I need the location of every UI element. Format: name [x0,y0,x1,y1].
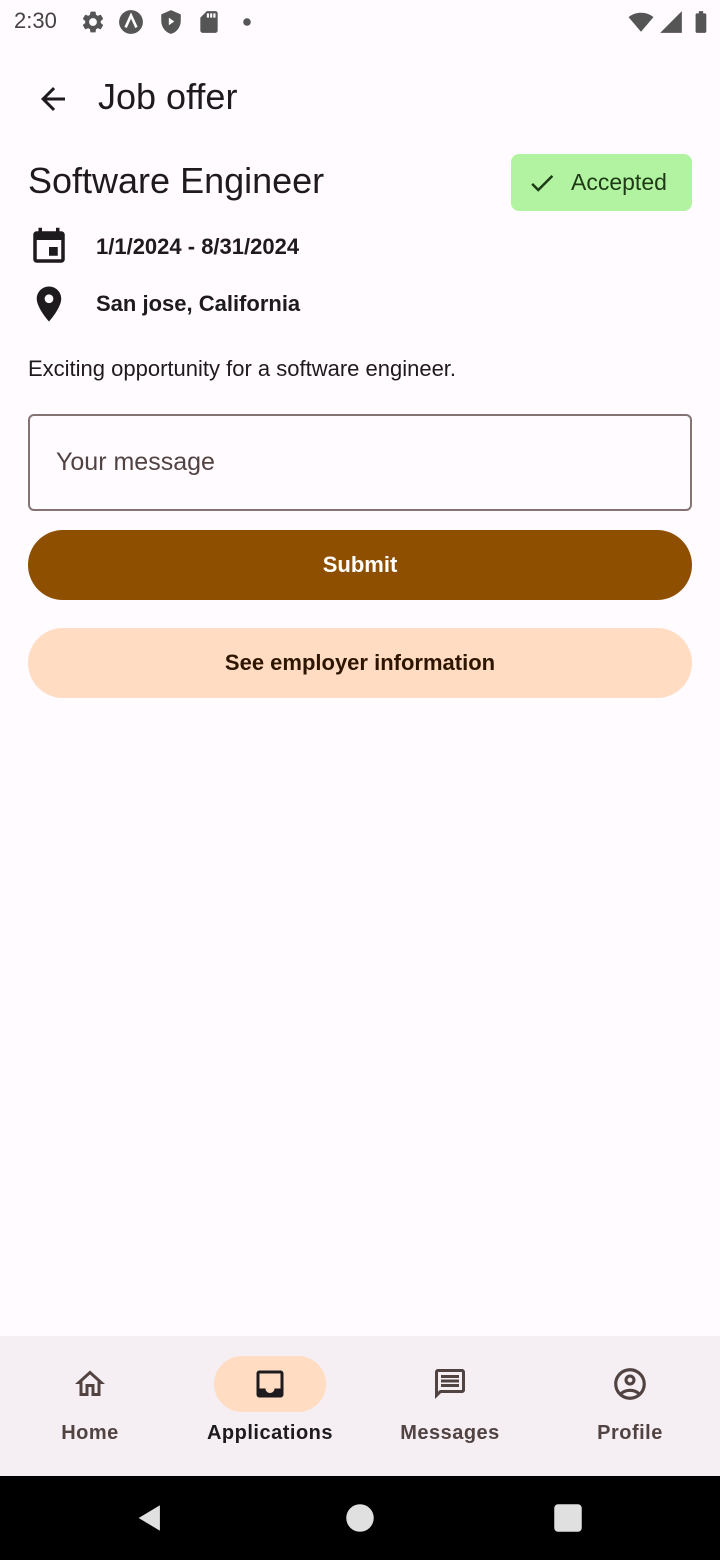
home-circle-icon [346,1504,374,1532]
location-text: San jose, California [96,291,301,316]
system-home-button[interactable] [340,1498,380,1538]
nav-label: Applications [206,1422,333,1444]
nav-label: Messages [400,1422,500,1444]
job-title: Software Engineer [28,160,325,201]
nav-item-home[interactable]: Home [0,1336,180,1476]
message-icon [435,1369,465,1399]
account-circle-icon [614,1368,646,1400]
system-navigation-bar [0,1476,720,1560]
location-row: San jose, California [28,282,300,326]
signal-icon [660,11,682,33]
nav-item-messages[interactable]: Messages [360,1336,540,1476]
status-badge: Accepted [511,154,692,211]
nav-item-profile[interactable]: Profile [540,1336,720,1476]
bottom-navigation: Home Applications Messages Profile [0,1336,720,1476]
job-description: Exciting opportunity for a software engi… [28,356,457,381]
dot-icon [243,18,251,26]
status-bar: 2:30 [0,0,720,44]
app-a-icon [119,10,143,34]
location-pin-icon [36,286,62,322]
check-icon [531,174,554,192]
nav-label: Home [61,1422,119,1444]
arrow-back-icon [41,87,65,111]
active-indicator [214,1356,326,1412]
see-employer-info-button[interactable]: See employer information [28,628,692,698]
system-recents-button[interactable] [548,1498,588,1538]
shield-icon [161,10,181,34]
status-time: 2:30 [14,8,57,33]
status-label: Accepted [571,169,667,195]
back-triangle-icon [138,1505,160,1531]
date-range: 1/1/2024 - 8/31/2024 [96,234,300,259]
system-back-button[interactable] [130,1498,170,1538]
wifi-icon [628,12,654,32]
recents-square-icon [554,1504,582,1532]
nav-item-applications[interactable]: Applications [180,1336,360,1476]
message-input[interactable] [28,414,692,511]
settings-icon [82,11,104,33]
back-button[interactable] [30,76,76,122]
calendar-icon [33,227,65,263]
sd-card-icon [200,11,218,33]
submit-button[interactable]: Submit [28,530,692,600]
top-app-bar: Job offer [0,56,720,140]
inbox-icon [256,1370,284,1398]
battery-icon [695,11,707,33]
page-title: Job offer [98,76,238,117]
date-row: 1/1/2024 - 8/31/2024 [28,225,299,269]
home-icon [75,1370,105,1396]
nav-label: Profile [597,1422,663,1444]
